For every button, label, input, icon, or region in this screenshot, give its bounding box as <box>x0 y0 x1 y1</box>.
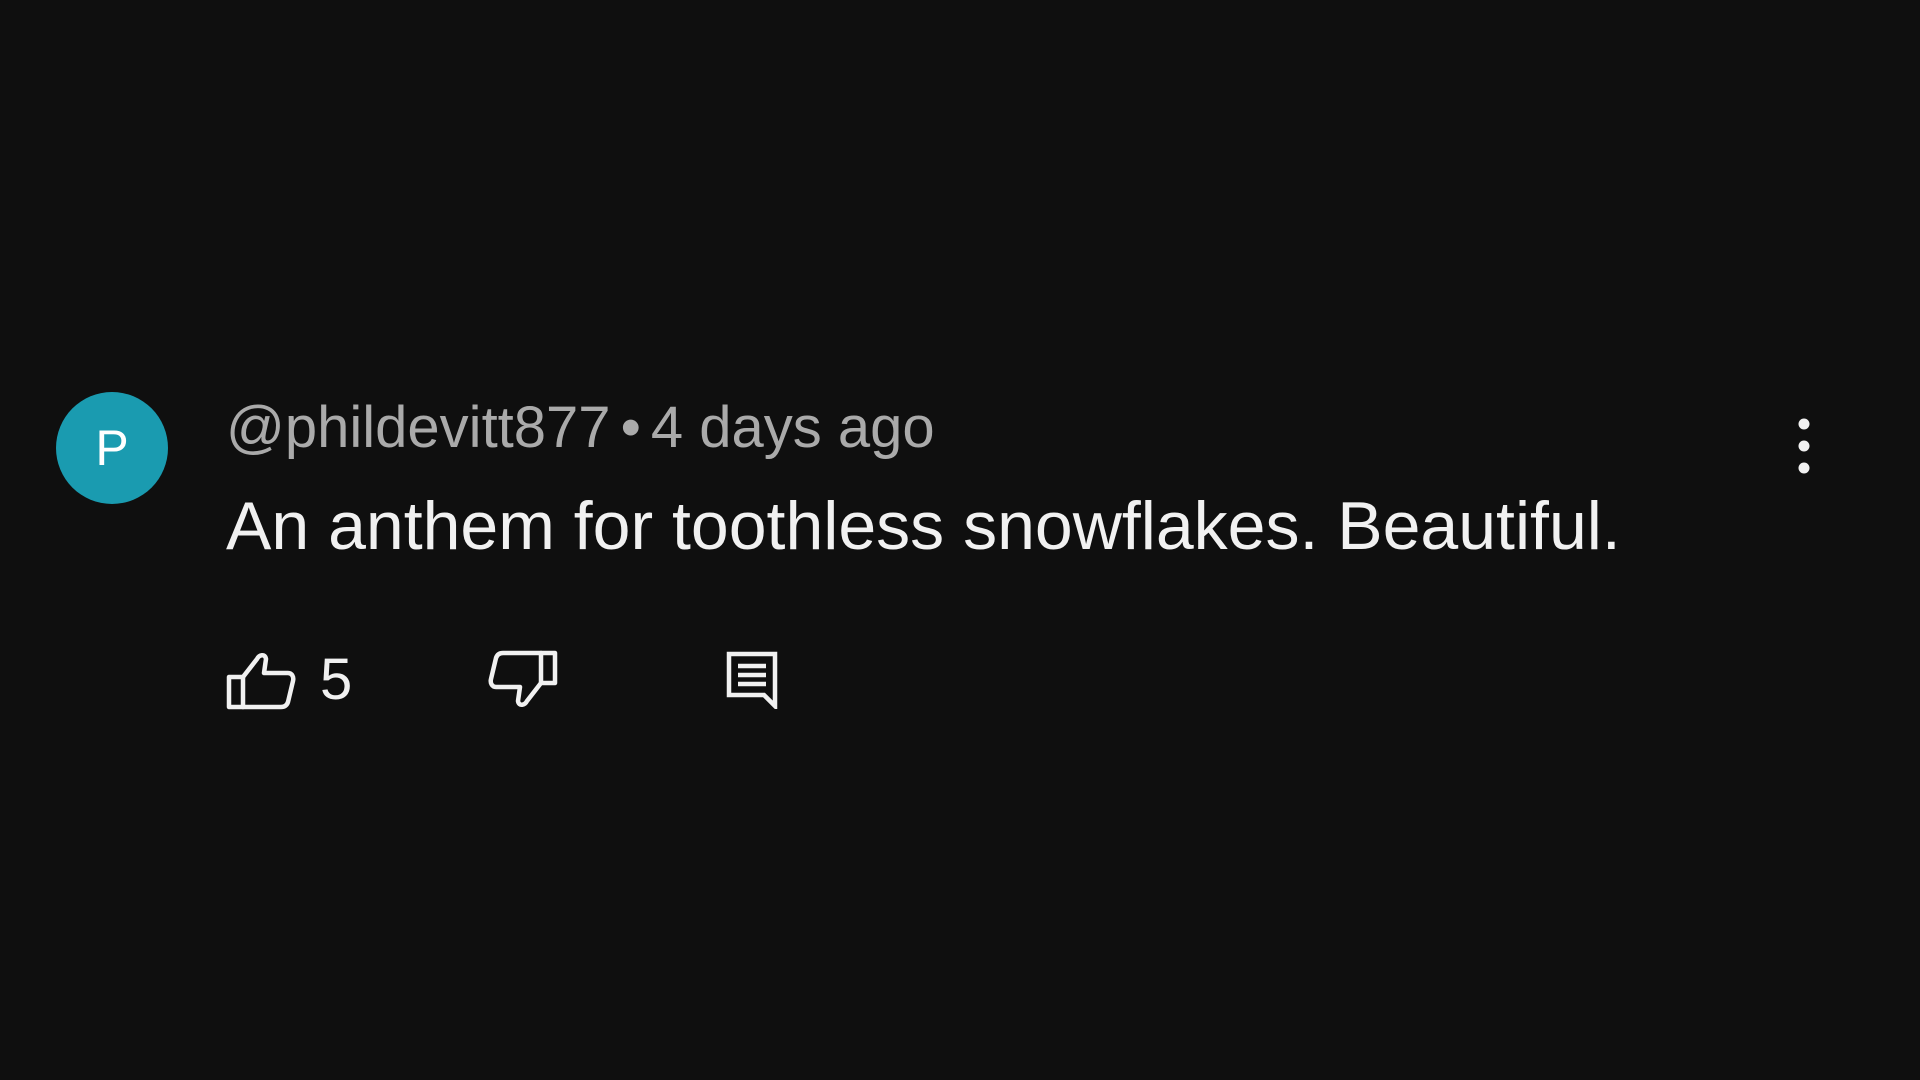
comment-timestamp[interactable]: 4 days ago <box>651 395 935 460</box>
avatar[interactable]: P <box>56 392 168 504</box>
comment-header: @phildevitt877 • 4 days ago <box>226 394 935 462</box>
comment-item: P @phildevitt877 • 4 days ago An anthem fo… <box>0 0 1920 1080</box>
meta-separator: • <box>620 395 641 460</box>
thumbs-up-icon <box>226 650 296 710</box>
more-options-button[interactable] <box>1776 414 1832 482</box>
comment-text: An anthem for toothless snowflakes. Beau… <box>226 488 1621 564</box>
more-vertical-icon <box>1796 416 1812 481</box>
like-button[interactable]: 5 <box>226 640 352 720</box>
author-name[interactable]: @phildevitt877 <box>226 395 611 460</box>
dislike-button[interactable] <box>488 640 558 720</box>
avatar-letter: P <box>95 420 129 476</box>
reply-button[interactable] <box>726 640 778 720</box>
reply-comment-icon <box>726 651 778 709</box>
comment-actions: 5 <box>226 640 826 720</box>
thumbs-down-icon <box>488 650 558 710</box>
like-count: 5 <box>320 647 353 712</box>
